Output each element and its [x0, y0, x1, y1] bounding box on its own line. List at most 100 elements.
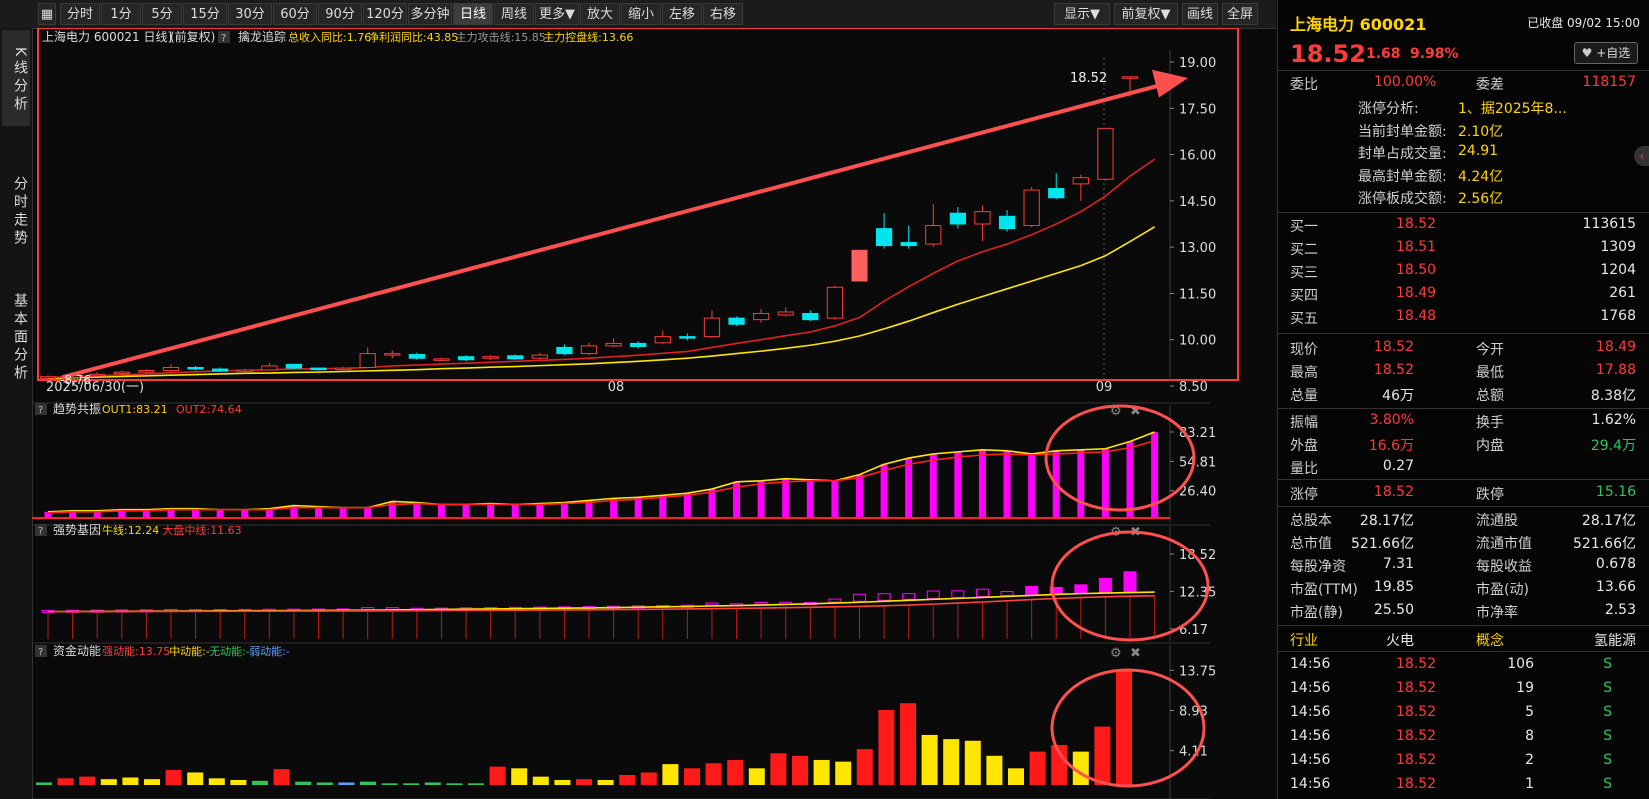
- candle-body: [457, 356, 475, 361]
- trade-side-0: S: [1603, 656, 1612, 672]
- limit-key-3: 最高封单金额:: [1358, 168, 1447, 185]
- ind1-title: 趋势共振: [53, 402, 101, 416]
- period-button-2[interactable]: 5分: [142, 3, 182, 25]
- ind1-bar: [1003, 450, 1011, 518]
- bid-label-4: 买五: [1290, 311, 1318, 327]
- ind3-item-1: 中动能:-: [169, 644, 210, 658]
- candle-body: [433, 358, 450, 361]
- period-button-5[interactable]: 60分: [273, 3, 317, 25]
- period-button-10[interactable]: 周线: [494, 3, 534, 25]
- trade-volume-0: 106: [1507, 656, 1534, 672]
- chart-area: 上海电力 600021 日线] (前复权)? 擒龙追踪 总收入同比:1.76 净利润同比…: [32, 28, 1276, 799]
- toolbar-right-button-3[interactable]: 全屏: [1222, 3, 1258, 25]
- candle-body: [384, 353, 401, 356]
- ind3-bar: [900, 703, 916, 785]
- ind3-bar: [208, 778, 225, 785]
- ind1-bar: [880, 464, 888, 518]
- candle-body: [1048, 188, 1065, 199]
- ind1-bar: [462, 504, 470, 518]
- ind3-bar: [511, 768, 528, 785]
- candle-body: [654, 336, 671, 344]
- ind3-item-2: 无动能:-: [209, 644, 250, 658]
- candle-body: [236, 369, 253, 372]
- grid-toggle-button[interactable]: ▦: [38, 3, 56, 25]
- ind1-bar: [339, 507, 347, 518]
- period-button-1[interactable]: 1分: [101, 3, 141, 25]
- period-button-13[interactable]: 缩小: [621, 3, 661, 25]
- quote2-v1-2: 0.27: [1382, 458, 1414, 474]
- period-button-3[interactable]: 15分: [183, 3, 227, 25]
- period-toolbar: ▦ 分时 1分 5分 15分 30分 60分 90分 120分 多分钟 日线 周线 更多▼ 放大 缩小 左移右…: [0, 0, 1276, 29]
- side-tab-2[interactable]: 基本面分析: [2, 276, 30, 394]
- limit-value-0: 1、据2025年8...: [1458, 101, 1567, 117]
- kline-indicator-item-3: 主力控盘线:13.66: [543, 30, 633, 44]
- industry-value: 火电: [1386, 633, 1414, 649]
- ind3-bar: [338, 782, 355, 785]
- ind3-bar: [684, 768, 700, 785]
- bid-volume-4: 1768: [1600, 308, 1636, 324]
- candle-body: [1023, 189, 1040, 227]
- period-button-12[interactable]: 放大: [580, 3, 620, 25]
- quote1-v2-0: 18.49: [1595, 339, 1636, 355]
- fund-l1-1: 总市值: [1290, 536, 1332, 552]
- side-tabs: K线分析分时走势基本面分析: [0, 28, 33, 799]
- period-button-4[interactable]: 30分: [228, 3, 272, 25]
- limit-key-1: 当前封单金额:: [1358, 123, 1447, 140]
- limit-key-2: 封单占成交量:: [1358, 146, 1447, 162]
- add-watchlist-button[interactable]: ♥ +自选: [1574, 42, 1638, 64]
- limit-key-4: 涨停板成交额:: [1358, 191, 1447, 207]
- period-button-6[interactable]: 90分: [318, 3, 362, 25]
- trade-volume-3: 8: [1525, 728, 1534, 744]
- toolbar-right-button-1[interactable]: 前复权▼: [1114, 3, 1178, 25]
- quote2-l2-1: 内盘: [1476, 438, 1504, 454]
- ind3-bar: [424, 782, 441, 785]
- ind3-bar: [273, 769, 290, 785]
- fund-l2-2: 每股收益: [1476, 559, 1532, 575]
- ind3-bar: [252, 780, 268, 785]
- kline-ytick-1: 17.50: [1179, 102, 1216, 117]
- ind1-bar: [782, 478, 790, 518]
- bid-price-0: 18.52: [1396, 216, 1437, 232]
- period-button-11[interactable]: 更多▼: [535, 3, 579, 25]
- ind3-title: 资金动能: [53, 643, 101, 658]
- candle-body: [408, 354, 425, 359]
- candle-body: [679, 336, 696, 339]
- ind1-help-text: ?: [38, 405, 43, 416]
- period-button-7[interactable]: 120分: [363, 3, 407, 25]
- period-button-15[interactable]: 右移: [703, 3, 743, 25]
- fund-v2-3: 13.66: [1595, 579, 1636, 595]
- fund-v1-0: 28.17亿: [1359, 513, 1414, 529]
- trade-time-5: 14:56: [1290, 776, 1331, 792]
- side-tab-1[interactable]: 分时走势: [2, 158, 30, 260]
- ind1-bar: [487, 503, 495, 518]
- ind2-box: [705, 602, 719, 606]
- toolbar-right-button-0[interactable]: 显示▼: [1054, 3, 1110, 25]
- candle-body: [531, 354, 548, 359]
- ind1-bar: [757, 480, 765, 518]
- panel-sep-6: [1278, 625, 1649, 626]
- bid-label-2: 买三: [1290, 265, 1318, 281]
- toolbar-right-button-2[interactable]: 画线: [1182, 3, 1218, 25]
- trade-time-1: 14:56: [1290, 680, 1331, 696]
- trend-arrow-line: [61, 80, 1173, 380]
- ind3-bar: [1029, 751, 1046, 785]
- collapse-arrow-icon[interactable]: ‹: [1634, 146, 1649, 166]
- period-button-14[interactable]: 左移: [662, 3, 702, 25]
- trade-time-4: 14:56: [1290, 752, 1331, 768]
- ind3-bar: [187, 772, 204, 785]
- ind3-ytick-0: 13.75: [1179, 664, 1216, 679]
- period-button-9[interactable]: 日线: [453, 3, 493, 25]
- ind2-box: [902, 593, 916, 600]
- period-button-0[interactable]: 分时: [60, 3, 100, 25]
- ind3-bar: [554, 779, 571, 785]
- period-button-8[interactable]: 多分钟: [408, 3, 452, 25]
- panel-sep-4: [1278, 479, 1649, 480]
- ind1-bar: [856, 474, 863, 518]
- quote2-l1-1: 外盘: [1290, 438, 1318, 454]
- candle-body: [605, 342, 622, 347]
- ind3-bar: [295, 781, 312, 785]
- bid-label-0: 买一: [1290, 219, 1318, 235]
- side-tab-0[interactable]: K线分析: [2, 30, 30, 126]
- ind2-item-1: 大盘中线:11.63: [162, 523, 241, 537]
- ind1-bar: [905, 458, 913, 518]
